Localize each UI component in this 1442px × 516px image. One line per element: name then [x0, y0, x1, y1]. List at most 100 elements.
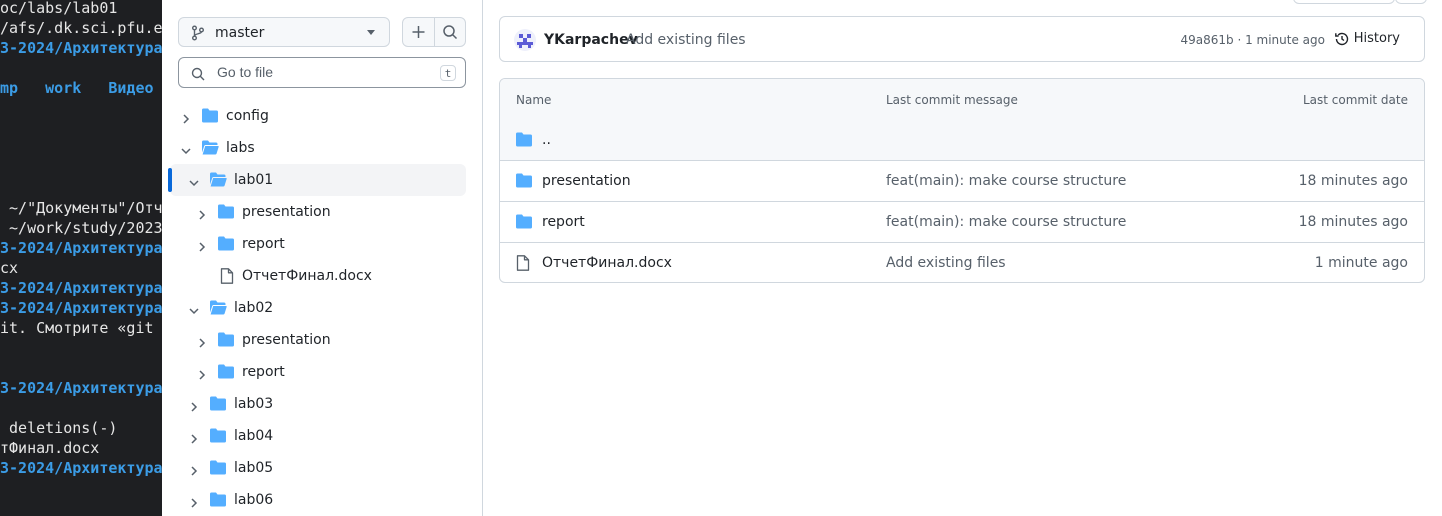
folder-icon [210, 428, 226, 447]
chevron-right-icon[interactable] [196, 206, 208, 225]
terminal-line: cx [0, 259, 19, 277]
file-name-link[interactable]: presentation [542, 173, 631, 189]
terminal-line: it. Смотрите «git - [0, 319, 162, 337]
chevron-right-icon[interactable] [188, 430, 200, 449]
chevron-down-icon[interactable] [188, 302, 200, 321]
go-to-file-input[interactable] [215, 63, 429, 81]
tree-item[interactable]: report [170, 356, 466, 388]
folder-icon [516, 214, 532, 233]
commit-author-link[interactable]: YKarpachev [544, 32, 638, 48]
folder-open-icon [210, 300, 227, 319]
chevron-right-icon[interactable] [196, 238, 208, 257]
folder-icon [210, 396, 226, 415]
table-row[interactable]: ОтчетФинал.docx Add existing files 1 minut… [500, 243, 1424, 282]
file-name-link[interactable]: report [542, 214, 585, 230]
history-button[interactable]: History [1334, 31, 1400, 46]
history-icon [1334, 31, 1350, 51]
commit-sha-time[interactable]: 49a861b · 1 minute ago [1181, 33, 1326, 47]
chevron-right-icon[interactable] [180, 110, 192, 129]
tree-item-label: ОтчетФинал.docx [242, 268, 372, 284]
search-icon [191, 66, 205, 85]
go-to-file-field[interactable]: t [178, 57, 466, 88]
column-header-message: Last commit message [886, 93, 1018, 107]
caret-down-icon [367, 30, 375, 35]
tree-item[interactable]: report [170, 228, 466, 260]
tree-item-label: presentation [242, 204, 331, 220]
parent-directory-row[interactable]: .. [500, 120, 1424, 161]
chevron-down-icon[interactable] [180, 142, 192, 161]
tree-item-label: lab04 [234, 428, 274, 444]
table-row[interactable]: report feat(main): make course structure 1… [500, 202, 1424, 243]
folder-icon [202, 108, 218, 127]
file-listing-table: Name Last commit message Last commit dat… [499, 78, 1425, 283]
commit-date: 18 minutes ago [1298, 173, 1408, 189]
terminal-line: mp work Видео [0, 79, 154, 97]
folder-open-icon [210, 172, 227, 191]
branch-name: master [215, 25, 265, 41]
file-icon [516, 255, 530, 275]
folder-icon [516, 132, 532, 151]
commit-message-link[interactable]: Add existing files [886, 255, 1006, 271]
chevron-right-icon[interactable] [196, 366, 208, 385]
tree-item-label: report [242, 364, 285, 380]
search-files-button[interactable] [435, 18, 466, 46]
branch-selector-button[interactable]: master [178, 17, 390, 47]
avatar[interactable] [514, 29, 536, 51]
selected-indicator [168, 168, 172, 192]
tree-item[interactable]: config [170, 100, 466, 132]
top-toolbar-button[interactable] [1293, 0, 1395, 4]
folder-icon [210, 492, 226, 511]
tree-item-label: lab01 [234, 172, 274, 188]
tree-item[interactable]: lab06 [170, 484, 466, 516]
tree-item[interactable]: ОтчетФинал.docx [170, 260, 466, 292]
folder-icon [218, 236, 234, 255]
parent-directory-link[interactable]: .. [542, 132, 551, 148]
terminal-line: 3-2024/Архитектура [0, 279, 162, 297]
terminal-line: deletions(-) [0, 419, 118, 437]
commit-message-link[interactable]: feat(main): make course structure [886, 214, 1126, 230]
tree-item[interactable]: presentation [170, 196, 466, 228]
commit-message-link[interactable]: feat(main): make course structure [886, 173, 1126, 189]
terminal-line: 3-2024/Архитектура [0, 379, 162, 397]
tree-item[interactable]: lab04 [170, 420, 466, 452]
tree-item[interactable]: lab01 [168, 164, 466, 196]
tree-item-label: lab05 [234, 460, 274, 476]
tree-item-label: lab06 [234, 492, 274, 508]
commit-date: 1 minute ago [1314, 255, 1408, 271]
table-header: Name Last commit message Last commit dat… [500, 79, 1424, 121]
chevron-down-icon[interactable] [188, 174, 200, 193]
file-name-link[interactable]: ОтчетФинал.docx [542, 255, 672, 271]
folder-open-icon [202, 140, 219, 159]
terminal-line: oc/labs/lab01 [0, 0, 118, 17]
terminal-line: ~/work/study/2023- [0, 219, 162, 237]
tree-item[interactable]: lab05 [170, 452, 466, 484]
column-header-date: Last commit date [1302, 93, 1408, 107]
folder-icon [218, 364, 234, 383]
tree-item[interactable]: lab02 [170, 292, 466, 324]
top-toolbar-menu-button[interactable] [1395, 0, 1427, 4]
chevron-right-icon[interactable] [188, 462, 200, 481]
chevron-right-icon[interactable] [188, 398, 200, 417]
terminal-line: 3-2024/Архитектура [0, 299, 162, 317]
tree-item-label: labs [226, 140, 255, 156]
tree-item-label: presentation [242, 332, 331, 348]
tree-item[interactable]: labs [170, 132, 466, 164]
folder-icon [218, 204, 234, 223]
terminal-line: 3-2024/Архитектура [0, 459, 162, 477]
chevron-right-icon[interactable] [196, 334, 208, 353]
latest-commit-bar: YKarpachev Add existing files 49a861b · … [499, 16, 1425, 62]
tree-item-label: lab02 [234, 300, 274, 316]
git-branch-icon [191, 25, 205, 45]
folder-icon [516, 173, 532, 192]
tree-item[interactable]: lab03 [170, 388, 466, 420]
tree-item[interactable]: presentation [170, 324, 466, 356]
tree-item-label: config [226, 108, 269, 124]
commit-message-link[interactable]: Add existing files [626, 32, 746, 48]
chevron-right-icon[interactable] [188, 494, 200, 513]
table-row[interactable]: presentation feat(main): make course stru… [500, 161, 1424, 202]
file-icon [220, 268, 234, 288]
add-file-button[interactable] [403, 18, 435, 46]
terminal-line: ~/"Документы"/Отче [0, 199, 162, 217]
plus-icon [412, 26, 425, 38]
terminal-window: oc/labs/lab01/afs/.dk.sci.pfu.ed 3-2024/А… [0, 0, 162, 516]
